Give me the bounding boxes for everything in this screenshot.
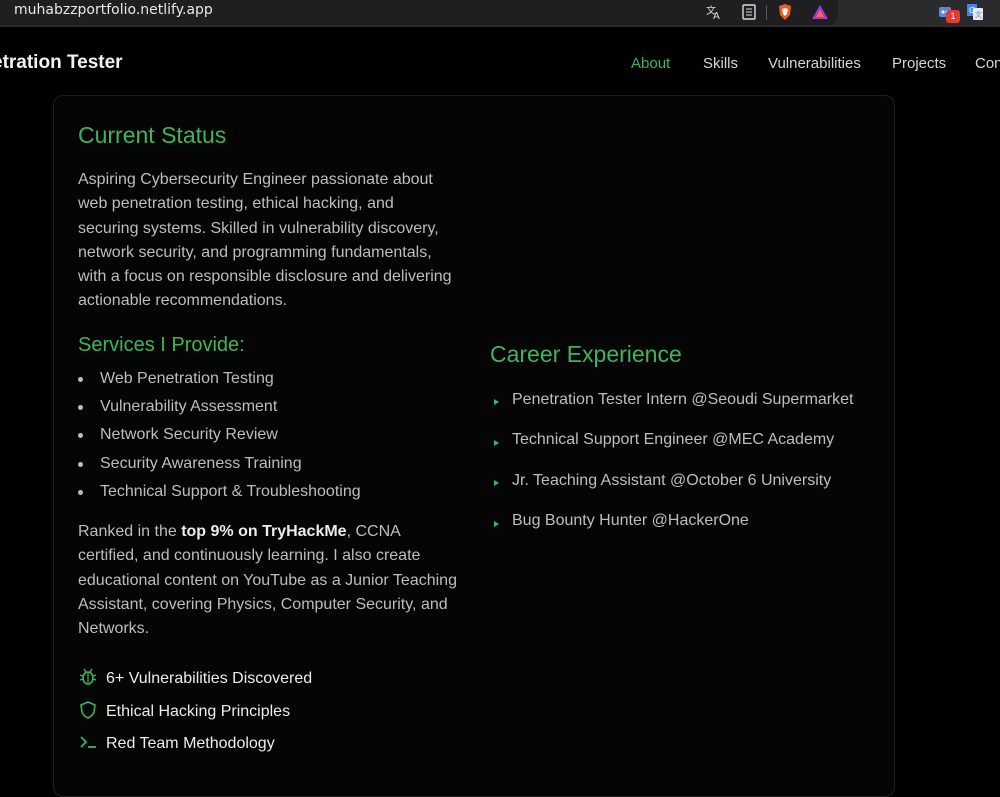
ranked-line: educational content on YouTube as a Juni… — [78, 571, 457, 589]
bullet — [78, 490, 83, 495]
browser-toolbar: muhabzzportfolio.netlify.app 文A 1 G文 — [0, 0, 1000, 27]
bug-icon — [78, 667, 98, 687]
service-item: Security Awareness Training — [100, 455, 302, 472]
arrow-right-icon — [494, 521, 499, 527]
notification-badge: 1 — [946, 10, 960, 23]
ranked-text: , CCNA — [346, 523, 401, 540]
toolbar-divider — [766, 5, 767, 20]
terminal-icon — [78, 732, 98, 752]
feature-red-team: Red Team Methodology — [106, 735, 275, 752]
site-brand[interactable]: etration Tester — [0, 52, 123, 74]
nav-link-contact[interactable]: Con — [975, 55, 1000, 72]
service-item: Network Security Review — [100, 426, 278, 443]
arrow-right-icon — [494, 440, 499, 446]
svg-text:文: 文 — [975, 10, 982, 19]
feature-vulnerabilities: 6+ Vulnerabilities Discovered — [106, 670, 313, 687]
career-item: Penetration Tester Intern @Seoudi Superm… — [512, 391, 854, 408]
nav-link-about[interactable]: About — [631, 55, 670, 72]
service-item: Vulnerability Assessment — [100, 398, 278, 415]
services-heading: Services I Provide: — [78, 334, 245, 356]
status-line: network security, and programming fundam… — [78, 243, 432, 261]
bullet — [78, 462, 83, 467]
tryhackme-rank: top 9% on TryHackMe — [181, 523, 347, 540]
bullet — [78, 377, 83, 382]
career-heading: Career Experience — [490, 341, 682, 367]
bullet — [78, 405, 83, 410]
nav-link-vulnerabilities[interactable]: Vulnerabilities — [768, 55, 861, 72]
status-line: Aspiring Cybersecurity Engineer passiona… — [78, 171, 433, 188]
site-navbar: etration Tester About Skills Vulnerabili… — [0, 28, 1000, 96]
ranked-line: Networks. — [78, 620, 150, 638]
ranked-line: Assistant, covering Physics, Computer Se… — [78, 595, 448, 613]
status-line: web penetration testing, ethical hacking… — [78, 195, 394, 213]
current-status-heading: Current Status — [78, 122, 227, 148]
status-line: with a focus on responsible disclosure a… — [78, 268, 452, 286]
google-translate-icon[interactable]: G文 — [966, 3, 984, 21]
shield-icon — [78, 700, 98, 720]
service-item: Web Penetration Testing — [100, 370, 274, 387]
reader-mode-icon[interactable] — [740, 3, 758, 21]
service-item: Technical Support & Troubleshooting — [100, 483, 361, 500]
career-item: Jr. Teaching Assistant @October 6 Univer… — [512, 472, 832, 489]
feature-ethical-hacking: Ethical Hacking Principles — [106, 703, 291, 720]
career-item: Technical Support Engineer @MEC Academy — [512, 431, 835, 448]
arrow-right-icon — [494, 480, 499, 486]
status-paragraph: Aspiring Cybersecurity Engineer passiona… — [78, 168, 478, 314]
status-line: securing systems. Skilled in vulnerabili… — [78, 219, 439, 237]
arrow-right-icon — [494, 399, 499, 405]
bullet — [78, 433, 83, 438]
ranked-line: Ranked in the top 9% on TryHackMe, CCNA — [78, 520, 478, 544]
brave-shield-icon[interactable] — [776, 3, 794, 21]
address-bar[interactable]: muhabzzportfolio.netlify.app 文A — [0, 0, 838, 25]
ranked-line: certified, and continuously learning. I … — [78, 547, 421, 565]
svg-text:A: A — [713, 11, 720, 21]
translate-icon[interactable]: 文A — [705, 3, 723, 21]
status-line: actionable recommendations. — [78, 292, 288, 310]
nav-link-projects[interactable]: Projects — [892, 55, 946, 72]
url-text[interactable]: muhabzzportfolio.netlify.app — [14, 2, 213, 18]
career-item: Bug Bounty Hunter @HackerOne — [512, 512, 749, 529]
brave-rewards-icon[interactable] — [811, 3, 829, 21]
nav-link-skills[interactable]: Skills — [703, 55, 738, 72]
ranked-paragraph: Ranked in the top 9% on TryHackMe, CCNA … — [78, 520, 478, 641]
ranked-text: Ranked in the — [78, 523, 182, 540]
